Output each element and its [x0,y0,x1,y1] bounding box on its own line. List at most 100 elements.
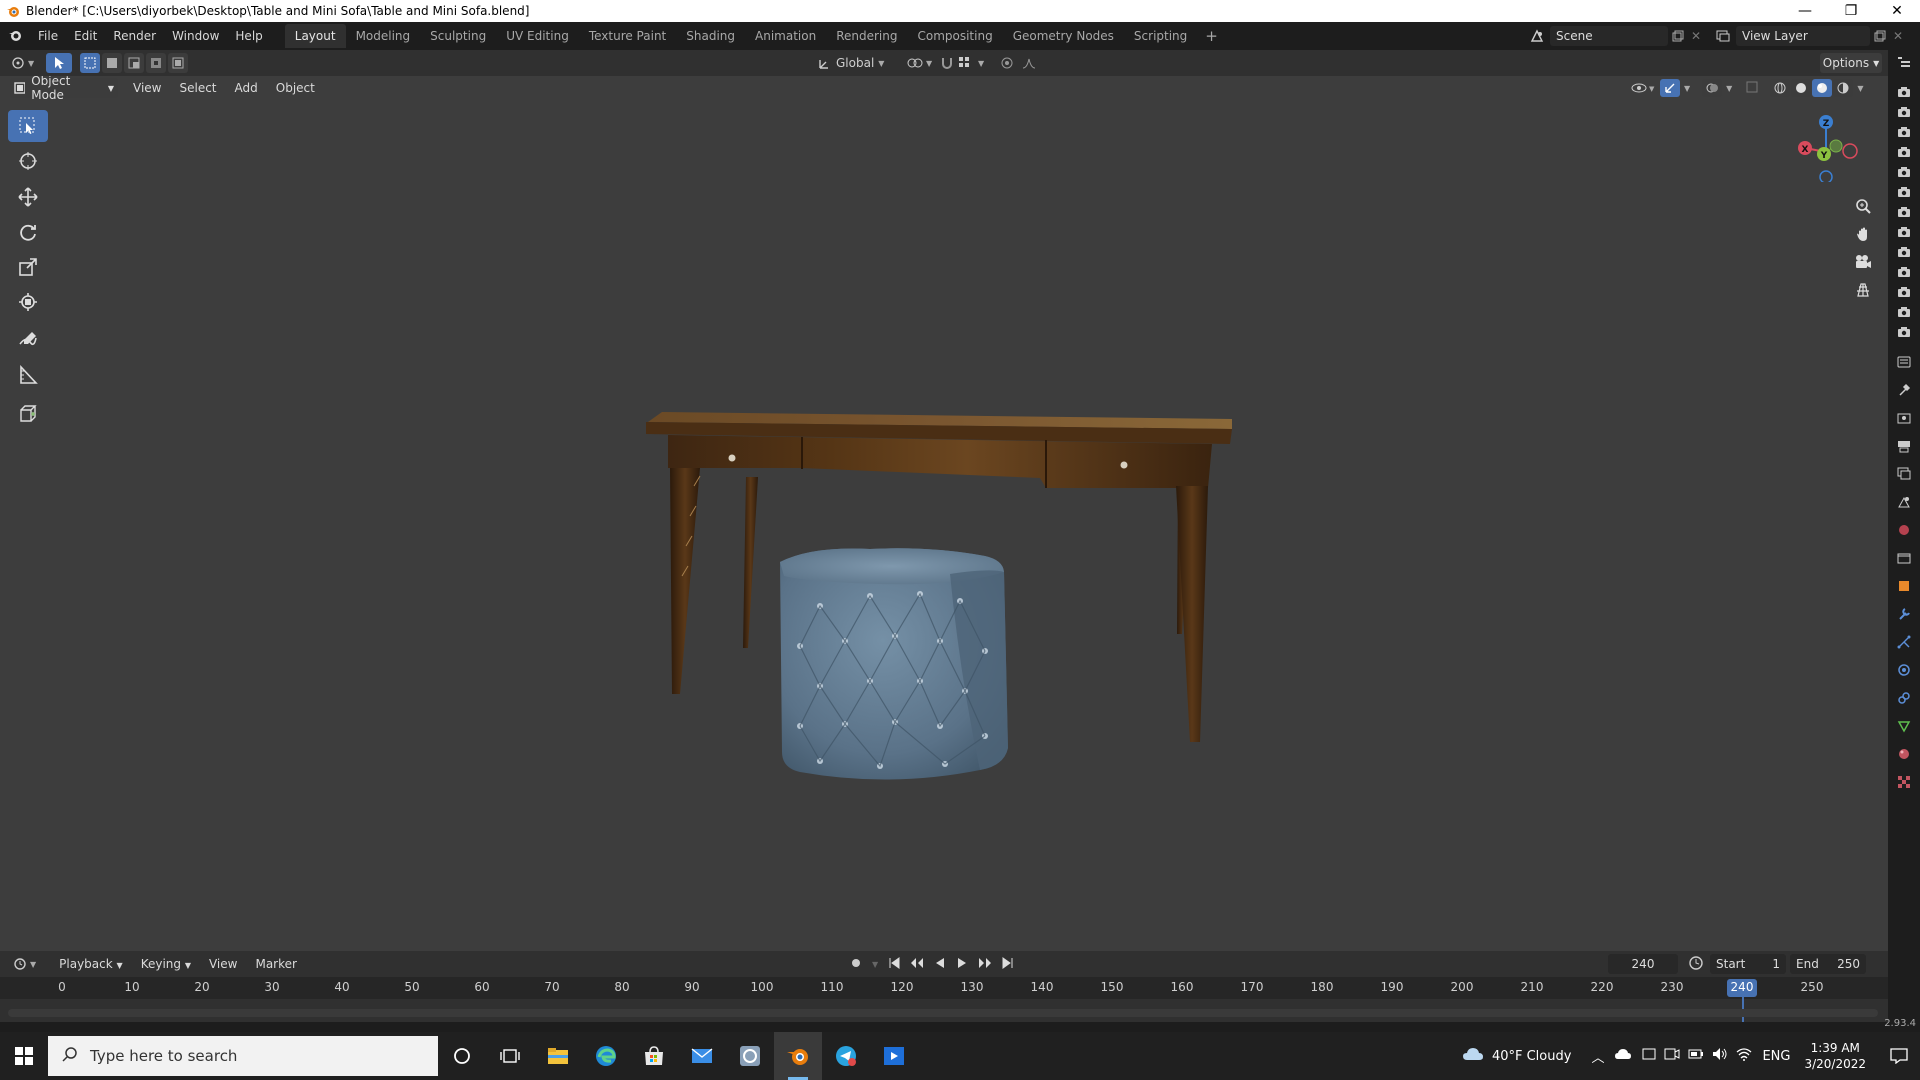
task-view-icon[interactable] [486,1032,534,1080]
app-generic-icon[interactable] [726,1032,774,1080]
annotate-tool-icon[interactable] [8,324,48,356]
zoom-icon[interactable] [1850,192,1876,220]
language-indicator[interactable]: ENG [1762,1049,1790,1064]
material-preview-shading-icon[interactable] [1812,79,1833,97]
render-visibility-camera-icon[interactable] [1888,202,1920,222]
windows-start-icon[interactable] [0,1032,48,1080]
world-properties-icon[interactable] [1888,516,1920,544]
start-frame-field[interactable]: Start 1 [1710,954,1786,974]
render-visibility-camera-icon[interactable] [1888,262,1920,282]
snap-increment-icon[interactable] [958,56,974,70]
scene-properties-icon[interactable] [1888,488,1920,516]
play-reverse-icon[interactable] [934,957,946,972]
taskbar-search-box[interactable]: Type here to search [48,1036,438,1076]
physics-properties-icon[interactable] [1888,656,1920,684]
telegram-icon[interactable] [822,1032,870,1080]
transform-tool-icon[interactable] [8,286,48,318]
snap-magnet-icon[interactable] [940,56,954,70]
select-intersect-icon[interactable] [168,53,188,73]
object-mode-dropdown[interactable]: Object Mode ▼ [10,76,118,102]
options-dropdown[interactable]: Options ▼ [1820,53,1882,73]
xray-toggle-icon[interactable] [1746,81,1762,96]
new-view-layer-icon[interactable] [1870,30,1890,42]
tab-geometry-nodes[interactable]: Geometry Nodes [1003,24,1124,48]
tab-scripting[interactable]: Scripting [1124,24,1197,48]
pivot-point-icon[interactable]: ▼ [906,56,932,70]
record-icon[interactable] [850,957,862,972]
tray-app-icon[interactable] [1642,1047,1656,1065]
render-visibility-camera-icon[interactable] [1888,82,1920,102]
render-visibility-camera-icon[interactable] [1888,122,1920,142]
add-cube-tool-icon[interactable] [8,397,48,429]
jump-start-icon[interactable] [888,956,900,972]
tab-texture-paint[interactable]: Texture Paint [579,24,676,48]
camera-view-icon[interactable] [1850,248,1876,276]
viewport-menu-select[interactable]: Select [170,81,225,95]
tab-compositing[interactable]: Compositing [907,24,1002,48]
select-box-tool-icon[interactable] [46,53,72,73]
battery-icon[interactable] [1688,1048,1704,1064]
gizmo-toggle-icon[interactable] [1660,79,1680,97]
timeline-editor-type-icon[interactable]: ▼ [12,957,36,971]
menu-render[interactable]: Render [105,29,164,43]
next-keyframe-icon[interactable] [978,957,992,972]
notifications-icon[interactable] [1878,1048,1920,1064]
timeline-menu-marker[interactable]: Marker [246,957,305,971]
weather-cloud-icon[interactable] [1462,1046,1484,1066]
current-frame-field[interactable]: 240 [1608,954,1678,974]
timeline-menu-playback[interactable]: Playback ▼ [50,957,132,971]
timeline-menu-keying[interactable]: Keying ▼ [132,957,200,971]
timeline-menu-view[interactable]: View [200,957,246,971]
tab-layout[interactable]: Layout [284,24,346,48]
delete-view-layer-icon[interactable]: ✕ [1890,29,1906,43]
menu-file[interactable]: File [30,29,66,43]
navigation-gizmo[interactable]: Z X Y [1788,102,1868,184]
tab-sculpting[interactable]: Sculpting [420,24,496,48]
mail-icon[interactable] [678,1032,726,1080]
viewport-menu-view[interactable]: View [124,81,170,95]
video-app-icon[interactable] [870,1032,918,1080]
material-properties-icon[interactable] [1888,740,1920,768]
microsoft-store-icon[interactable] [630,1032,678,1080]
edge-browser-icon[interactable] [582,1032,630,1080]
end-frame-field[interactable]: End 250 [1790,954,1866,974]
menu-window[interactable]: Window [164,29,227,43]
add-workspace-button[interactable]: + [1197,24,1226,48]
tab-modeling[interactable]: Modeling [346,24,421,48]
wireframe-shading-icon[interactable] [1770,79,1791,97]
scene-name-field[interactable]: Scene [1550,26,1668,46]
tab-uv-editing[interactable]: UV Editing [496,24,579,48]
cortana-icon[interactable] [438,1032,486,1080]
tool-properties-icon[interactable] [1888,376,1920,404]
tab-shading[interactable]: Shading [676,24,745,48]
tab-rendering[interactable]: Rendering [826,24,907,48]
properties-editor-icon[interactable] [1888,348,1920,376]
volume-icon[interactable] [1712,1047,1728,1065]
wifi-icon[interactable] [1736,1047,1752,1065]
rotate-tool-icon[interactable] [8,216,48,248]
meet-now-icon[interactable] [1664,1047,1680,1065]
modifier-properties-icon[interactable] [1888,600,1920,628]
perspective-grid-icon[interactable] [1850,276,1876,304]
view-layer-field[interactable]: View Layer [1736,26,1870,46]
select-new-icon[interactable] [80,53,100,73]
view-layer-properties-icon[interactable] [1888,460,1920,488]
3d-viewport[interactable]: Object Mode ▼ View Select Add Object ▼ ▼… [0,76,1888,951]
viewport-menu-add[interactable]: Add [226,81,267,95]
scale-tool-icon[interactable] [8,251,48,283]
render-visibility-camera-icon[interactable] [1888,222,1920,242]
onedrive-cloud-icon[interactable] [1614,1048,1632,1064]
viewport-menu-object[interactable]: Object [267,81,324,95]
menu-help[interactable]: Help [227,29,270,43]
measure-tool-icon[interactable] [8,359,48,391]
select-extend-icon[interactable] [102,53,122,73]
close-button[interactable]: ✕ [1874,0,1920,22]
proportional-edit-icon[interactable] [1000,56,1014,70]
select-invert-icon[interactable] [146,53,166,73]
render-visibility-camera-icon[interactable] [1888,162,1920,182]
prev-keyframe-icon[interactable] [910,957,924,972]
render-visibility-camera-icon[interactable] [1888,302,1920,322]
view-layer-icon[interactable] [1710,30,1736,42]
solid-shading-icon[interactable] [1791,79,1812,97]
render-visibility-camera-icon[interactable] [1888,322,1920,342]
